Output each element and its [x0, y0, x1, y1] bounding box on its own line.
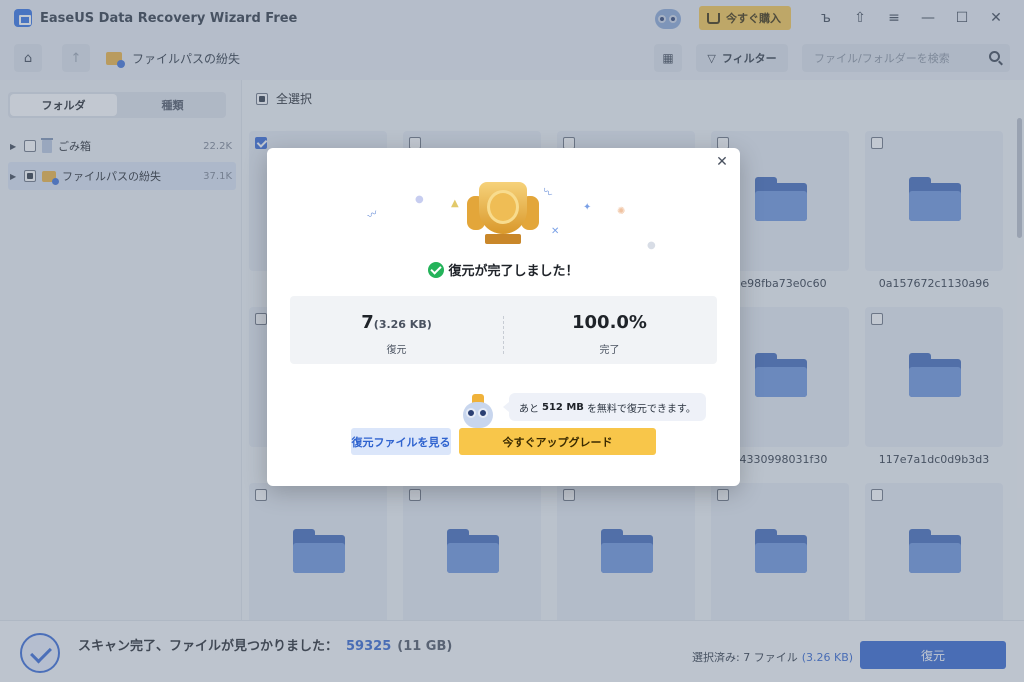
confetti-icon: ✺: [617, 206, 626, 217]
confetti-icon: ▲: [451, 198, 459, 209]
trophy-icon: [467, 178, 539, 248]
check-circle-icon: [428, 261, 445, 278]
confetti-icon: ✕: [551, 226, 560, 237]
recovery-complete-dialog: ✕ 〰 ● ▲ 〰 ✦ ✺ ✕ ● 復元が完了しました！ 7(3.26 KB) …: [267, 148, 740, 486]
close-icon[interactable]: ✕: [714, 154, 730, 170]
view-recovered-files-button[interactable]: 復元ファイルを見る: [351, 428, 451, 455]
free-quota-bubble: あと 512 MB を無料で復元できます。: [503, 393, 706, 421]
upgrade-now-button[interactable]: 今すぐアップグレード: [459, 428, 656, 455]
dialog-title: 復元が完了しました！: [267, 260, 740, 279]
dialog-title-text: 復元が完了しました！: [448, 264, 579, 279]
recovered-label: 復元: [386, 345, 407, 356]
confetti-icon: 〰: [365, 207, 381, 223]
bubble-amount: 512 MB: [542, 401, 584, 413]
percent-label: 完了: [599, 345, 620, 356]
recovered-size: (3.26 KB): [373, 318, 432, 331]
confetti-icon: ✦: [583, 202, 592, 213]
bubble-prefix: あと: [519, 403, 539, 415]
percent-value: 100.0%: [572, 312, 647, 333]
bubble-suffix: を無料で復元できます。: [586, 403, 696, 415]
recovery-stats: 7(3.26 KB) 復元 100.0% 完了: [290, 296, 717, 364]
recovered-stat: 7(3.26 KB) 復元: [290, 296, 503, 364]
recovered-count: 7: [361, 312, 374, 333]
confetti-icon: ●: [415, 194, 424, 205]
confetti-icon: ●: [647, 240, 656, 251]
percent-stat: 100.0% 完了: [503, 296, 716, 364]
confetti-icon: 〰: [539, 185, 555, 201]
mascot-icon: [459, 392, 497, 432]
